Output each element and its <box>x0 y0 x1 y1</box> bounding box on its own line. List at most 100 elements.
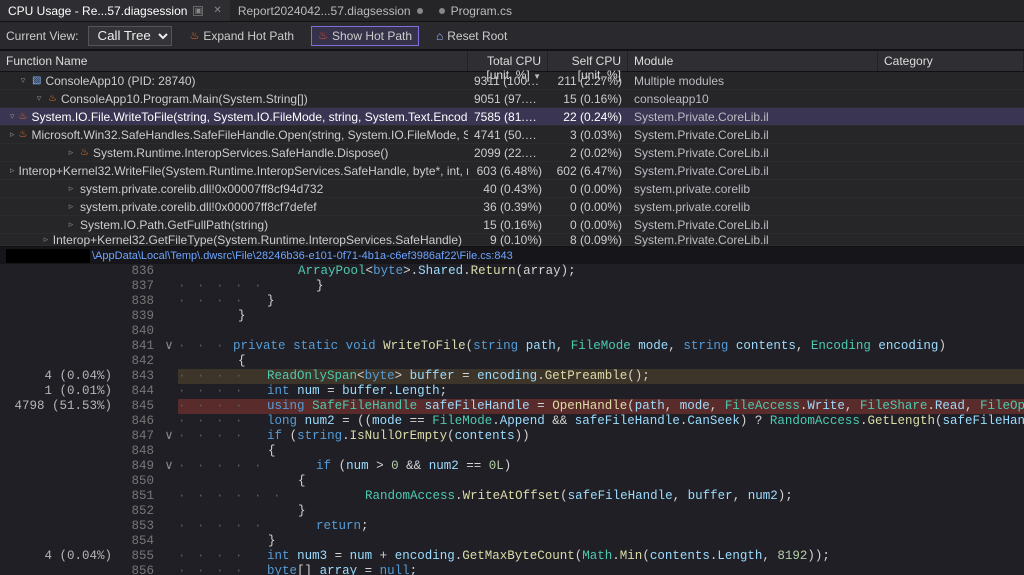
function-name: Interop+Kernel32.GetFileType(System.Runt… <box>53 233 462 247</box>
cell-self: 0 (0.00%) <box>548 200 628 214</box>
tab-label: Program.cs <box>451 4 512 18</box>
cpu-gutter: 4 (0.04%)1 (0.01%)4798 (51.53%) 4 (0.04%… <box>0 264 120 575</box>
column-self-cpu[interactable]: Self CPU [unit, %] <box>548 51 628 71</box>
cell-module: System.Private.CoreLib.il <box>628 128 878 142</box>
source-path-bar: \AppData\Local\Temp\.dwsrc\File\28246b36… <box>0 246 1024 264</box>
lineno-gutter: 8368378388398408418428438448458468478488… <box>120 264 160 575</box>
tab-label: CPU Usage - Re...57.diagsession <box>8 4 187 18</box>
function-name: system.private.corelib.dll!0x00007ff8cf9… <box>80 182 323 196</box>
cell-total: 603 (6.48%) <box>468 164 548 178</box>
btn-label: Show Hot Path <box>332 29 412 43</box>
btn-label: Expand Hot Path <box>203 29 294 43</box>
reset-root-button[interactable]: ⌂ Reset Root <box>429 26 514 46</box>
table-row[interactable]: ▹ Interop+Kernel32.GetFileType(System.Ru… <box>0 234 1024 246</box>
call-tree-grid[interactable]: ▿▧ ConsoleApp10 (PID: 28740)9311 (100.00… <box>0 72 1024 246</box>
flame-icon: ♨ <box>189 29 199 42</box>
expander-icon[interactable]: ▿ <box>34 93 44 104</box>
cell-total: 36 (0.39%) <box>468 200 548 214</box>
expand-hot-path-button[interactable]: ♨ Expand Hot Path <box>182 26 301 46</box>
cell-module: System.Private.CoreLib.il <box>628 146 878 160</box>
cell-self: 15 (0.16%) <box>548 92 628 106</box>
code-editor[interactable]: 4 (0.04%)1 (0.01%)4798 (51.53%) 4 (0.04%… <box>0 264 1024 575</box>
cell-module: system.private.corelib <box>628 182 878 196</box>
cell-module: System.Private.CoreLib.il <box>628 233 878 247</box>
reset-icon: ⌂ <box>436 29 443 43</box>
cell-self: 0 (0.00%) <box>548 218 628 232</box>
dirty-dot-icon <box>417 8 423 14</box>
table-row[interactable]: ▿▧ ConsoleApp10 (PID: 28740)9311 (100.00… <box>0 72 1024 90</box>
cell-module: System.Private.CoreLib.il <box>628 164 878 178</box>
expander-icon[interactable]: ▹ <box>66 201 76 212</box>
cell-self: 22 (0.24%) <box>548 110 628 124</box>
cell-self: 2 (0.02%) <box>548 146 628 160</box>
function-name: System.IO.File.WriteToFile(string, Syste… <box>32 110 469 124</box>
function-name: System.IO.Path.GetFullPath(string) <box>80 218 268 232</box>
column-function-name[interactable]: Function Name <box>0 51 468 71</box>
cell-total: 40 (0.43%) <box>468 182 548 196</box>
expander-icon[interactable]: ▹ <box>43 234 49 245</box>
fold-gutter[interactable]: ∨∨∨ <box>160 264 178 575</box>
cell-module: consoleapp10 <box>628 92 878 106</box>
document-tabs: CPU Usage - Re...57.diagsession ▣ ✕ Repo… <box>0 0 1024 22</box>
grid-header: Function Name Total CPU [unit, %] ▼ Self… <box>0 50 1024 72</box>
cube-icon: ▧ <box>32 75 41 86</box>
cell-total: 9311 (100.00%) <box>468 74 548 88</box>
function-name: ConsoleApp10.Program.Main(System.String[… <box>61 92 308 106</box>
flame-icon: ♨ <box>48 93 57 104</box>
tab-report[interactable]: Report2024042...57.diagsession <box>230 0 431 21</box>
view-select[interactable]: Call Tree <box>88 26 172 46</box>
function-name: Microsoft.Win32.SafeHandles.SafeFileHand… <box>32 128 469 142</box>
tab-programcs[interactable]: Program.cs <box>431 0 520 21</box>
column-module[interactable]: Module <box>628 51 878 71</box>
cell-module: system.private.corelib <box>628 200 878 214</box>
table-row[interactable]: ▿ ♨ ConsoleApp10.Program.Main(System.Stri… <box>0 90 1024 108</box>
cell-self: 0 (0.00%) <box>548 182 628 196</box>
cell-module: System.Private.CoreLib.il <box>628 110 878 124</box>
tab-label: Report2024042...57.diagsession <box>238 4 411 18</box>
cell-module: System.Private.CoreLib.il <box>628 218 878 232</box>
cell-self: 602 (6.47%) <box>548 164 628 178</box>
toolbar: Current View: Call Tree ♨ Expand Hot Pat… <box>0 22 1024 50</box>
show-hot-path-button[interactable]: ♨ Show Hot Path <box>311 26 419 46</box>
cell-total: 7585 (81.46%) <box>468 110 548 124</box>
function-name: Interop+Kernel32.WriteFile(System.Runtim… <box>19 164 468 178</box>
file-dot-icon <box>439 8 445 14</box>
cell-self: 3 (0.03%) <box>548 128 628 142</box>
pin-icon[interactable]: ▣ <box>193 6 203 16</box>
expander-icon[interactable]: ▹ <box>66 219 76 230</box>
cell-total: 15 (0.16%) <box>468 218 548 232</box>
cell-total: 2099 (22.54%) <box>468 146 548 160</box>
expander-icon[interactable]: ▹ <box>66 183 76 194</box>
table-row[interactable]: ▹ ♨ System.Runtime.InteropServices.SafeHa… <box>0 144 1024 162</box>
path-text: \AppData\Local\Temp\.dwsrc\File\28246b36… <box>92 250 513 262</box>
flame-icon: ♨ <box>80 147 89 158</box>
table-row[interactable]: ▹ Interop+Kernel32.WriteFile(System.Runt… <box>0 162 1024 180</box>
code-area[interactable]: ArrayPool<byte>.Shared.Return(array);· ·… <box>178 264 1024 575</box>
close-icon[interactable]: ✕ <box>213 5 221 16</box>
flame-icon: ♨ <box>318 29 328 42</box>
flame-icon: ♨ <box>19 111 28 122</box>
table-row[interactable]: ▹ system.private.corelib.dll!0x00007ff8c… <box>0 198 1024 216</box>
table-row[interactable]: ▹ System.IO.Path.GetFullPath(string) 15 (… <box>0 216 1024 234</box>
redacted-prefix <box>6 249 90 263</box>
expander-icon[interactable]: ▹ <box>10 165 15 176</box>
cell-total: 9051 (97.21%) <box>468 92 548 106</box>
column-total-cpu[interactable]: Total CPU [unit, %] ▼ <box>468 51 548 71</box>
table-row[interactable]: ▹ system.private.corelib.dll!0x00007ff8c… <box>0 180 1024 198</box>
expander-icon[interactable]: ▹ <box>10 129 15 140</box>
function-name: System.Runtime.InteropServices.SafeHandl… <box>93 146 388 160</box>
tab-diagsession-active[interactable]: CPU Usage - Re...57.diagsession ▣ ✕ <box>0 0 230 21</box>
current-view-label: Current View: <box>6 29 78 43</box>
table-row[interactable]: ▿ ♨ System.IO.File.WriteToFile(string, Sy… <box>0 108 1024 126</box>
expander-icon[interactable]: ▹ <box>66 147 76 158</box>
cell-module: Multiple modules <box>628 74 878 88</box>
cell-total: 4741 (50.92%) <box>468 128 548 142</box>
cell-self: 8 (0.09%) <box>548 233 628 247</box>
btn-label: Reset Root <box>447 29 507 43</box>
cell-total: 9 (0.10%) <box>468 233 548 247</box>
table-row[interactable]: ▹♨ Microsoft.Win32.SafeHandles.SafeFileH… <box>0 126 1024 144</box>
function-name: system.private.corelib.dll!0x00007ff8cf7… <box>80 200 317 214</box>
expander-icon[interactable]: ▿ <box>10 111 15 122</box>
expander-icon[interactable]: ▿ <box>18 75 28 86</box>
column-category[interactable]: Category <box>878 51 1024 71</box>
